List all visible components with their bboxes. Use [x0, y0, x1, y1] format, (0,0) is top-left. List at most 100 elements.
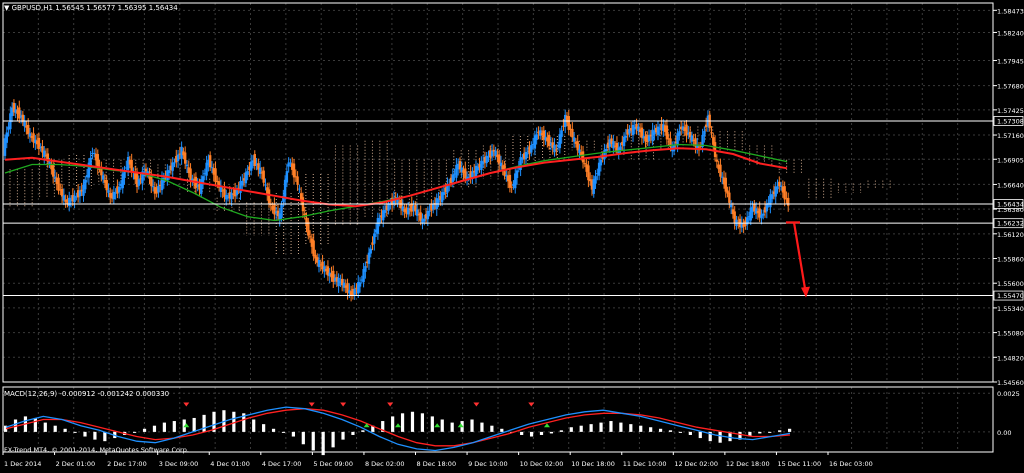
candle-body: [353, 288, 356, 295]
candle-body: [317, 259, 321, 268]
candle-body: [729, 204, 733, 208]
candle-body: [60, 188, 64, 197]
macd-histogram-bar: [43, 422, 47, 432]
x-tick-label: 2 Dec 01:00: [56, 460, 96, 468]
macd-histogram-bar: [569, 427, 573, 432]
x-tick-label: 3 Dec 09:00: [159, 460, 199, 468]
x-tick-label: 12 Dec 02:00: [674, 460, 718, 468]
y-tick-label: 1.57945: [997, 57, 1024, 65]
candle-body: [185, 164, 189, 167]
chart-window[interactable]: 1.58473 1.58240 1.57945 1.57680 1.57425 1.571…: [0, 0, 1024, 469]
macd-histogram-bar: [529, 431, 534, 437]
candle-body: [721, 176, 724, 178]
candle-body: [367, 252, 371, 264]
y-tick-label: 1.56640: [997, 181, 1024, 189]
candle-body: [358, 282, 362, 287]
candle-body: [173, 162, 176, 164]
macd-histogram-bar: [688, 431, 692, 435]
candle-body: [494, 150, 497, 156]
macd-histogram-bar: [778, 430, 782, 432]
macd-histogram-bar: [311, 431, 315, 451]
candle-body: [581, 151, 585, 163]
macd-histogram-bar: [53, 425, 57, 432]
candle-body: [787, 197, 790, 206]
macd-histogram-bar: [480, 422, 484, 432]
x-tick-label: 4 Dec 17:00: [262, 460, 302, 468]
macd-histogram-bar: [172, 421, 176, 432]
candle-body: [364, 266, 367, 272]
candle-body: [622, 136, 626, 147]
macd-histogram-bar: [281, 431, 286, 433]
macd-histogram-bar: [559, 430, 563, 432]
candle-body: [171, 162, 174, 171]
candle-body: [605, 149, 608, 151]
candle-body: [599, 159, 603, 166]
candle-body: [53, 176, 57, 178]
macd-histogram-bar: [133, 431, 137, 433]
x-tick-label: 11 Dec 10:00: [623, 460, 667, 468]
candle-body: [51, 164, 55, 177]
x-tick-label: 10 Dec 18:00: [571, 460, 615, 468]
x-tick-label: 4 Dec 01:00: [210, 460, 250, 468]
candle-body: [303, 213, 306, 215]
dropdown-triangle-icon[interactable]: ▼: [4, 4, 9, 12]
x-tick-label: 16 Dec 03:00: [829, 460, 873, 468]
candle-body: [307, 221, 310, 236]
x-tick-label: 9 Dec 10:00: [468, 460, 508, 468]
y-tick-label: 1.57425: [997, 107, 1024, 115]
candle-body: [283, 179, 287, 199]
candle-body: [289, 162, 292, 164]
candle-body: [151, 186, 155, 188]
candle-body: [571, 128, 574, 138]
candle-body: [715, 159, 719, 162]
candle-body: [208, 155, 212, 168]
x-tick-label: 1 Dec 2014: [4, 460, 41, 468]
symbol-timeframe: GBPUSD,H1: [11, 4, 53, 12]
candle-body: [144, 168, 148, 172]
macd-histogram-bar: [202, 414, 206, 432]
candle-body: [280, 204, 283, 218]
macd-histogram-bar: [301, 431, 305, 445]
macd-histogram-bar: [420, 413, 425, 432]
copyright-text: FX-Trend MT4, © 2001-2014, MetaQuotes So…: [4, 446, 189, 454]
candle-body: [576, 141, 579, 151]
y-tick-label: 1.54560: [997, 379, 1024, 387]
candle-body: [710, 132, 713, 134]
x-tick-label: 10 Dec 02:00: [520, 460, 564, 468]
x-tick-label: 12 Dec 18:00: [726, 460, 770, 468]
candle-body: [167, 170, 171, 174]
macd-histogram-bar: [678, 431, 683, 433]
candle-body: [594, 176, 597, 184]
candle-body: [285, 171, 289, 183]
y-tick-label: 1.55600: [997, 280, 1024, 288]
y-tick-label: 1.55080: [997, 330, 1024, 338]
macd-histogram-bar: [33, 417, 37, 432]
macd-histogram-bar: [658, 428, 663, 432]
y-tick-label: 1.56905: [997, 156, 1024, 164]
candle-body: [296, 176, 299, 185]
candle-body: [656, 126, 660, 135]
y-tick-label: 1.57680: [997, 83, 1024, 91]
macd-values: -0.000912 -0.001242 0.000330: [59, 390, 170, 398]
price-level-label: 1.55470: [997, 292, 1024, 300]
macd-histogram-bar: [391, 416, 395, 432]
candle-body: [89, 157, 92, 166]
candle-body: [383, 210, 387, 213]
ohlc-values: 1.56545 1.56577 1.56395 1.56434: [55, 4, 178, 12]
candle-body: [770, 194, 774, 199]
candle-body: [262, 170, 265, 183]
candle-body: [783, 186, 786, 200]
candle-body: [423, 218, 426, 222]
macd-histogram-bar: [599, 422, 603, 432]
macd-histogram-bar: [490, 425, 494, 432]
macd-histogram-bar: [63, 428, 67, 432]
candle-body: [308, 236, 312, 238]
symbol-header: ▼ GBPUSD,H1 1.56545 1.56577 1.56395 1.56…: [4, 4, 178, 13]
candle-body: [624, 135, 628, 138]
macd-histogram-bar: [639, 425, 643, 432]
candle-body: [96, 154, 99, 168]
macd-histogram-bar: [430, 416, 434, 432]
macd-histogram-bar: [579, 425, 583, 432]
candle-body: [5, 132, 8, 143]
candle-body: [214, 168, 217, 183]
